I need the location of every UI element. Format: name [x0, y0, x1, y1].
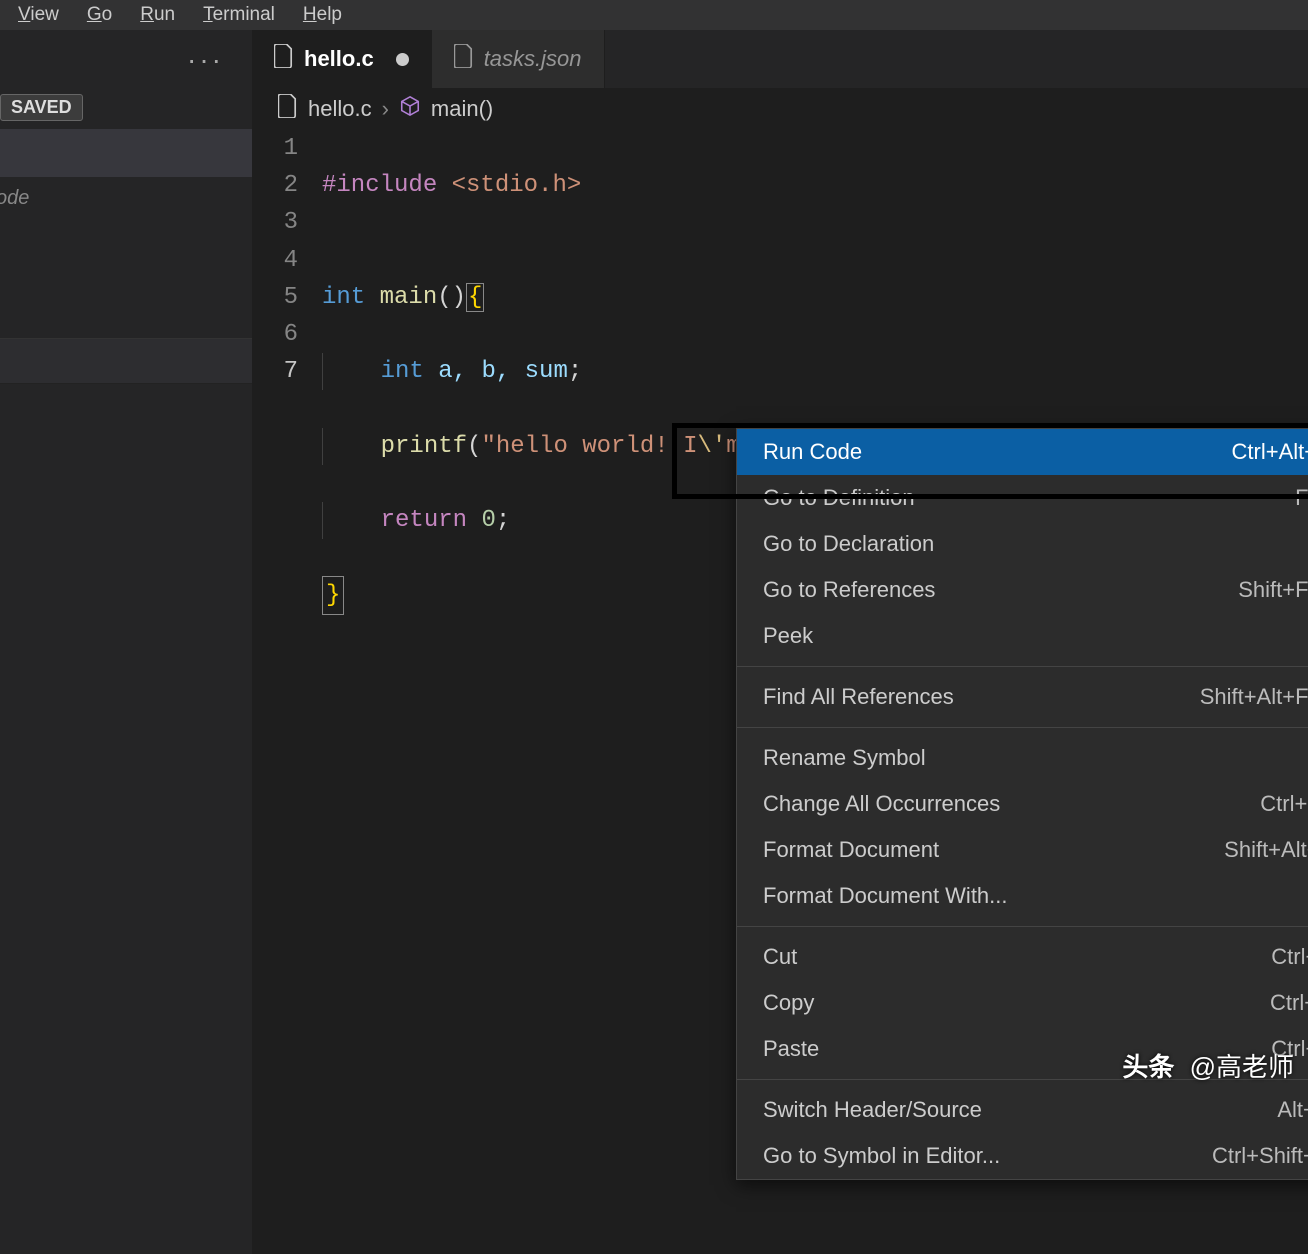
sidebar-selected-row[interactable] [0, 129, 252, 177]
file-icon [274, 44, 294, 74]
breadcrumb-file: hello.c [308, 96, 372, 122]
watermark: 头条 @高老师 [1122, 1047, 1294, 1084]
chevron-right-icon: › [382, 96, 389, 122]
breadcrumb[interactable]: hello.c › main() [252, 88, 1308, 130]
tab-label: tasks.json [484, 46, 582, 72]
sidebar: ··· SAVED ode [0, 30, 252, 1254]
tabs: hello.c tasks.json [252, 30, 1308, 88]
ctx-rename-symbol[interactable]: Rename Symbol F2 [737, 735, 1308, 781]
menu-view[interactable]: VViewiew [4, 0, 73, 30]
file-icon [454, 44, 474, 74]
ctx-go-declaration[interactable]: Go to Declaration [737, 521, 1308, 567]
symbol-method-icon [399, 95, 421, 123]
tab-label: hello.c [304, 46, 374, 72]
ctx-change-all-occurrences[interactable]: Change All Occurrences Ctrl+F2 [737, 781, 1308, 827]
unsaved-indicator: SAVED [0, 90, 252, 121]
tab-hello-c[interactable]: hello.c [252, 30, 432, 88]
ctx-separator [737, 926, 1308, 927]
ctx-copy[interactable]: Copy Ctrl+C [737, 980, 1308, 1026]
file-icon [278, 94, 298, 124]
menu-go[interactable]: GoGo [73, 0, 126, 30]
sidebar-section-divider [0, 338, 252, 384]
sidebar-folder-label: ode [0, 177, 252, 210]
ctx-cut[interactable]: Cut Ctrl+X [737, 934, 1308, 980]
menu-help[interactable]: HelpHelp [289, 0, 356, 30]
ctx-separator [737, 727, 1308, 728]
sidebar-actions: ··· [0, 30, 252, 90]
menu-terminal[interactable]: TerminalTerminal [189, 0, 289, 30]
ctx-format-document[interactable]: Format Document Shift+Alt+F [737, 827, 1308, 873]
ctx-go-definition[interactable]: Go to Definition F12 [737, 475, 1308, 521]
gutter: 1 2 3 4 5 6 7 [252, 130, 322, 690]
ctx-format-document-with[interactable]: Format Document With... [737, 873, 1308, 919]
ctx-separator [737, 666, 1308, 667]
ctx-go-symbol-editor[interactable]: Go to Symbol in Editor... Ctrl+Shift+O [737, 1133, 1308, 1179]
breadcrumb-symbol: main() [431, 96, 493, 122]
menubar: VViewiew GoGo RunRun TerminalTerminal He… [0, 0, 1308, 30]
ctx-go-references[interactable]: Go to References Shift+F12 [737, 567, 1308, 613]
dirty-dot-icon [396, 53, 409, 66]
tab-tasks-json[interactable]: tasks.json [432, 30, 605, 88]
unsaved-badge: SAVED [0, 94, 83, 121]
menu-run[interactable]: RunRun [126, 0, 189, 30]
ctx-run-code[interactable]: Run Code Ctrl+Alt+N [737, 429, 1308, 475]
ctx-peek[interactable]: Peek › [737, 613, 1308, 659]
main-area: ··· SAVED ode hello.c tasks.json [0, 30, 1308, 1254]
ctx-find-all-references[interactable]: Find All References Shift+Alt+F12 [737, 674, 1308, 720]
ctx-switch-header-source[interactable]: Switch Header/Source Alt+O [737, 1087, 1308, 1133]
more-icon[interactable]: ··· [187, 44, 224, 76]
